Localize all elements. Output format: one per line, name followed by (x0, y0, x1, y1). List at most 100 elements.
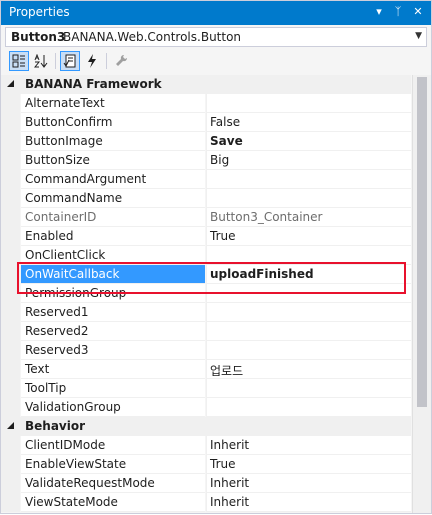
property-row[interactable]: AlternateText (1, 94, 411, 113)
property-name[interactable]: Reserved2 (21, 322, 205, 341)
row-gutter (1, 436, 20, 455)
property-row[interactable]: ValidateRequestMode Inherit (1, 474, 411, 493)
collapse-arrow-icon[interactable] (6, 79, 16, 89)
window-title: Properties (9, 5, 70, 19)
property-row[interactable]: Enabled True (1, 227, 411, 246)
property-row[interactable]: ButtonSize Big (1, 151, 411, 170)
category-header[interactable]: BANANA Framework (1, 75, 411, 94)
property-value[interactable]: True (206, 455, 411, 474)
property-name[interactable]: CommandName (21, 189, 205, 208)
property-row[interactable]: ToolTip (1, 379, 411, 398)
property-value[interactable] (206, 189, 411, 208)
properties-button[interactable] (60, 51, 80, 71)
property-pages-button[interactable] (111, 51, 131, 71)
property-name[interactable]: ContainerID (21, 208, 205, 227)
row-gutter (1, 151, 20, 170)
properties-window: Properties ▾ ᛉ ✕ Button3 BANANA.Web.Cont… (0, 0, 432, 514)
events-button[interactable] (82, 51, 102, 71)
property-row[interactable]: ButtonConfirm False (1, 113, 411, 132)
row-gutter (1, 113, 20, 132)
alphabetical-button[interactable] (31, 51, 51, 71)
property-name[interactable]: ToolTip (21, 379, 205, 398)
toolbar-separator (106, 53, 107, 69)
property-value[interactable]: Save (206, 132, 411, 151)
property-row[interactable]: CommandArgument (1, 170, 411, 189)
property-value: Button3_Container (206, 208, 411, 227)
property-value[interactable] (206, 322, 411, 341)
property-name[interactable]: Reserved3 (21, 341, 205, 360)
property-value[interactable]: False (206, 113, 411, 132)
row-gutter (1, 189, 20, 208)
property-name[interactable]: CommandArgument (21, 170, 205, 189)
row-gutter (1, 94, 20, 113)
chevron-down-icon[interactable]: ▼ (415, 31, 422, 41)
vertical-scrollbar[interactable] (412, 75, 431, 513)
category-header[interactable]: Behavior (1, 417, 411, 436)
property-name[interactable]: Text (21, 360, 205, 379)
row-gutter (1, 208, 20, 227)
property-row[interactable]: ClientIDMode Inherit (1, 436, 411, 455)
property-value[interactable]: Big (206, 151, 411, 170)
property-row[interactable]: ViewStateMode Inherit (1, 493, 411, 512)
property-row[interactable]: Reserved2 (1, 322, 411, 341)
object-type: BANANA.Web.Controls.Button (63, 30, 242, 44)
property-value[interactable] (206, 398, 411, 417)
property-row[interactable]: CommandName (1, 189, 411, 208)
pin-icon[interactable]: ᛉ (390, 4, 406, 20)
property-value[interactable] (206, 341, 411, 360)
property-name[interactable]: ClientIDMode (21, 436, 205, 455)
property-name[interactable]: AlternateText (21, 94, 205, 113)
property-row[interactable]: Reserved3 (1, 341, 411, 360)
property-row[interactable]: Text 업로드 (1, 360, 411, 379)
row-gutter (1, 303, 20, 322)
close-icon[interactable]: ✕ (410, 4, 426, 20)
row-gutter (1, 474, 20, 493)
property-name[interactable]: ValidateRequestMode (21, 474, 205, 493)
scrollbar-thumb[interactable] (417, 77, 427, 407)
events-icon (88, 54, 96, 68)
toolbar-separator (55, 53, 56, 69)
property-value[interactable]: Inherit (206, 493, 411, 512)
category-label: Behavior (25, 419, 86, 433)
row-gutter (1, 398, 20, 417)
property-row[interactable]: EnableViewState True (1, 455, 411, 474)
property-name[interactable]: ViewStateMode (21, 493, 205, 512)
row-gutter (1, 322, 20, 341)
property-value[interactable]: 업로드 (206, 360, 411, 379)
property-value[interactable]: Inherit (206, 474, 411, 493)
property-value[interactable] (206, 170, 411, 189)
properties-icon (63, 54, 76, 68)
property-name[interactable]: ButtonSize (21, 151, 205, 170)
row-gutter (1, 360, 20, 379)
property-value[interactable] (206, 303, 411, 322)
property-value[interactable]: Inherit (206, 436, 411, 455)
category-label: BANANA Framework (25, 77, 162, 91)
property-name[interactable]: EnableViewState (21, 455, 205, 474)
property-row[interactable]: ButtonImage Save (1, 132, 411, 151)
property-name[interactable]: Enabled (21, 227, 205, 246)
row-gutter (1, 493, 20, 512)
window-options-dropdown-icon[interactable]: ▾ (371, 4, 387, 20)
property-name[interactable]: ButtonConfirm (21, 113, 205, 132)
categorized-button[interactable] (9, 51, 29, 71)
object-name: Button3 (11, 30, 66, 44)
row-gutter (1, 455, 20, 474)
row-gutter (1, 379, 20, 398)
row-gutter (1, 341, 20, 360)
row-gutter (1, 227, 20, 246)
property-row[interactable]: ContainerID Button3_Container (1, 208, 411, 227)
property-row[interactable]: Reserved1 (1, 303, 411, 322)
property-name[interactable]: Reserved1 (21, 303, 205, 322)
property-value[interactable]: True (206, 227, 411, 246)
property-name[interactable]: ValidationGroup (21, 398, 205, 417)
property-value[interactable] (206, 379, 411, 398)
object-selector[interactable]: Button3 BANANA.Web.Controls.Button ▼ (5, 27, 427, 47)
property-name[interactable]: ButtonImage (21, 132, 205, 151)
row-gutter (1, 170, 20, 189)
property-value[interactable] (206, 94, 411, 113)
property-row[interactable]: ValidationGroup (1, 398, 411, 417)
row-gutter (1, 132, 20, 151)
categorized-icon (12, 54, 25, 68)
collapse-arrow-icon[interactable] (6, 421, 16, 431)
title-bar[interactable]: Properties ▾ ᛉ ✕ (1, 1, 431, 25)
